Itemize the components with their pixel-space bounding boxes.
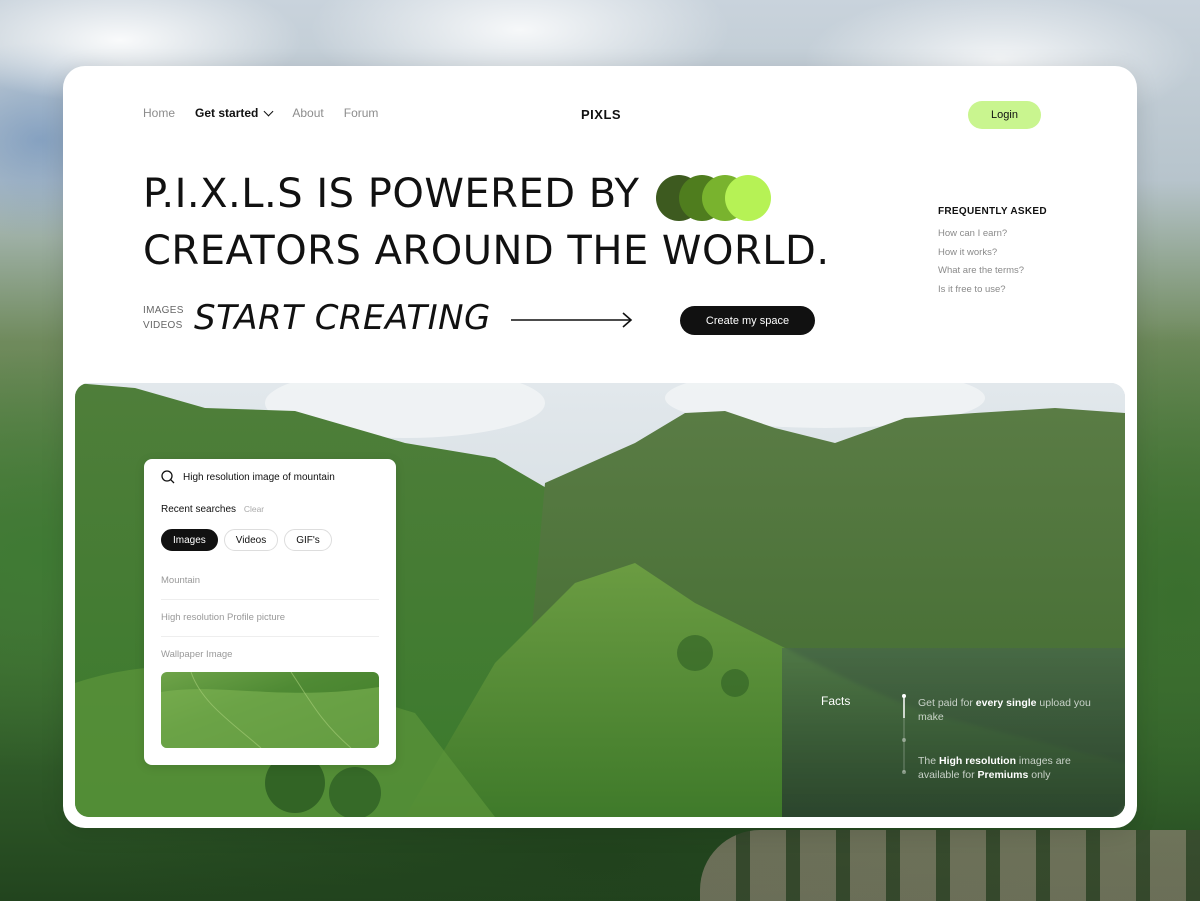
dot-4	[725, 175, 771, 221]
nav-get-started-label: Get started	[195, 106, 259, 120]
media-type-videos: VIDEOS	[143, 320, 183, 331]
facts-panel: Facts Get paid for every single upload y…	[782, 648, 1125, 817]
list-item[interactable]: Mountain	[161, 563, 379, 599]
filter-images[interactable]: Images	[161, 529, 218, 551]
create-space-button[interactable]: Create my space	[680, 306, 815, 335]
faq-section: FREQUENTLY ASKED How can I earn? How it …	[938, 206, 1047, 302]
hero-image: Recent searches Clear Images Videos GIF'…	[75, 383, 1125, 817]
main-card: Home Get started About Forum PIXLS Login…	[63, 66, 1137, 828]
search-bar[interactable]	[161, 470, 383, 484]
search-icon	[161, 470, 175, 484]
faq-item[interactable]: How it works?	[938, 247, 1047, 266]
filter-gifs[interactable]: GIF's	[284, 529, 332, 551]
headline-line-2: CREATORS AROUND THE WORLD.	[143, 228, 830, 274]
filter-videos[interactable]: Videos	[223, 529, 279, 551]
arrow-right-icon	[511, 312, 633, 328]
background-viaduct	[700, 830, 1200, 901]
recent-search-list: Mountain High resolution Profile picture…	[161, 563, 379, 673]
fact-2: The High resolution images are available…	[918, 754, 1108, 782]
fact-1-pre: Get paid for	[918, 697, 976, 709]
nav-get-started[interactable]: Get started	[195, 106, 274, 120]
facts-timeline	[902, 694, 906, 774]
fact-2-pre: The	[918, 755, 940, 767]
media-types: IMAGES VIDEOS	[143, 303, 184, 333]
facts-title: Facts	[821, 694, 851, 708]
image-thumbnail[interactable]	[161, 672, 379, 748]
recent-searches-label: Recent searches	[161, 504, 237, 515]
media-type-images: IMAGES	[143, 305, 184, 316]
search-input[interactable]	[183, 471, 383, 483]
clear-button[interactable]: Clear	[244, 504, 264, 514]
top-nav: Home Get started About Forum	[143, 106, 378, 120]
brand-logo[interactable]: PIXLS	[581, 107, 621, 122]
start-creating-text: START CREATING	[194, 298, 491, 338]
faq-item[interactable]: How can I earn?	[938, 228, 1047, 247]
faq-title: FREQUENTLY ASKED	[938, 206, 1047, 217]
faq-item[interactable]: What are the terms?	[938, 265, 1047, 284]
recent-searches-header: Recent searches Clear	[161, 504, 264, 515]
fact-1-bold: every single	[975, 697, 1037, 709]
fact-2-post: only	[1028, 769, 1051, 781]
filter-chips: Images Videos GIF's	[161, 529, 332, 551]
chevron-down-icon	[263, 106, 274, 117]
nav-forum[interactable]: Forum	[344, 106, 379, 120]
login-button[interactable]: Login	[968, 101, 1041, 129]
fact-2-bold: High resolution	[939, 755, 1017, 767]
nav-home[interactable]: Home	[143, 106, 175, 120]
search-panel: Recent searches Clear Images Videos GIF'…	[144, 459, 396, 765]
list-item[interactable]: High resolution Profile picture	[161, 599, 379, 636]
grass-field-image	[161, 672, 379, 748]
nav-about[interactable]: About	[292, 106, 323, 120]
creator-dots	[656, 175, 772, 221]
fact-1: Get paid for every single upload you mak…	[918, 696, 1108, 724]
list-item[interactable]: Wallpaper Image	[161, 636, 379, 673]
fact-2-bold2: Premiums	[977, 769, 1029, 781]
faq-item[interactable]: Is it free to use?	[938, 284, 1047, 303]
